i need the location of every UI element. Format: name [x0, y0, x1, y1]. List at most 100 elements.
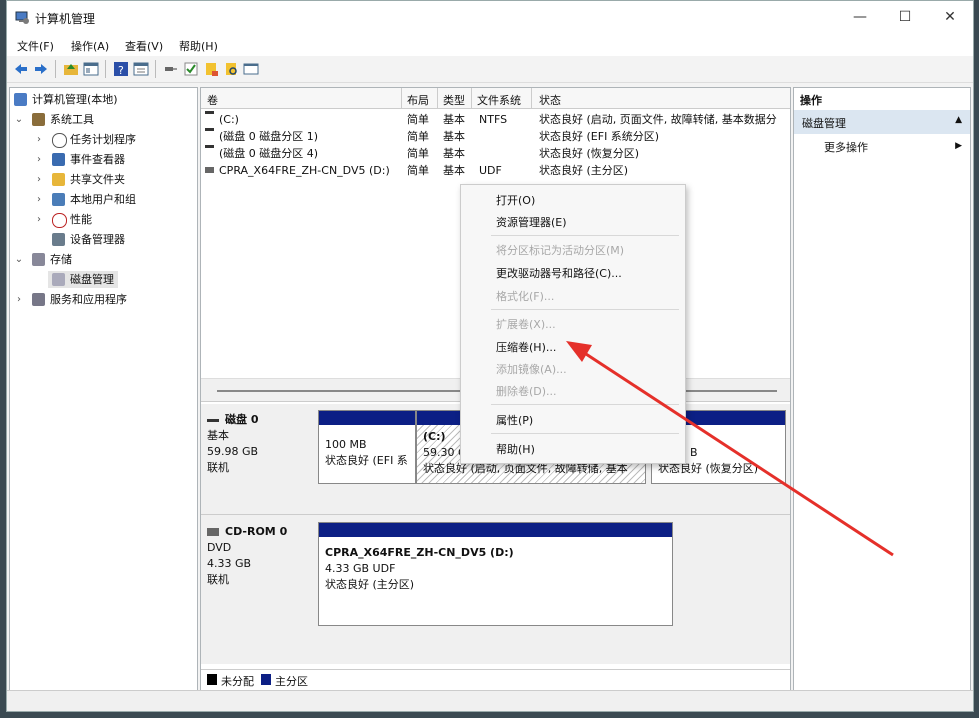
tree-item-local-users[interactable]: › 本地用户和组 [34, 190, 194, 209]
services-icon [32, 293, 45, 306]
up-folder-icon[interactable] [63, 61, 79, 77]
check-icon[interactable] [183, 61, 199, 77]
menu-separator [491, 235, 679, 236]
tree-item-device-manager[interactable]: 设备管理器 [34, 230, 194, 249]
status-bar [7, 690, 973, 711]
actions-group-disk-management[interactable]: 磁盘管理 ▲ [794, 110, 970, 134]
menu-item-extend: 扩展卷(X)... [496, 318, 556, 331]
menu-item-open[interactable]: 打开(O) [496, 192, 535, 208]
tree-item-services-apps[interactable]: › 服务和应用程序 [14, 290, 194, 309]
tree-item-system-tools[interactable]: ⌄ 系统工具 [14, 110, 194, 129]
legend: 未分配 主分区 [201, 669, 790, 690]
menu-item-format: 格式化(F)... [496, 290, 555, 303]
cdrom0-label[interactable]: CD-ROM 0 DVD 4.33 GB 联机 [207, 524, 307, 588]
window-view-icon[interactable] [243, 61, 259, 77]
chevron-down-icon[interactable]: ⌄ [14, 250, 24, 269]
menu-item-properties[interactable]: 属性(P) [496, 412, 533, 428]
tools-icon [32, 113, 45, 126]
chevron-right-icon[interactable]: › [34, 130, 44, 149]
tree-item-performance[interactable]: › 性能 [34, 210, 194, 229]
connect-icon[interactable] [163, 61, 179, 77]
table-row[interactable]: CPRA_X64FRE_ZH-CN_DV5 (D:) 简单 基本 UDF 状态良… [201, 162, 790, 179]
table-row[interactable]: (C:) 简单 基本 NTFS 状态良好 (启动, 页面文件, 故障转储, 基本… [201, 111, 790, 128]
menu-help[interactable]: 帮助(H) [179, 38, 218, 54]
actions-header: 操作 [794, 88, 970, 110]
actions-pane: 操作 磁盘管理 ▲ 更多操作 ▶ [793, 87, 971, 691]
cd-drive-icon [207, 528, 219, 536]
tree-item-shared-folders[interactable]: › 共享文件夹 [34, 170, 194, 189]
partition-efi[interactable]: 100 MB 状态良好 (EFI 系 [318, 410, 416, 484]
menu-item-delete: 删除卷(D)... [496, 385, 557, 398]
menu-item-add-mirror: 添加镜像(A)... [496, 363, 567, 376]
menu-item-mark-active: 将分区标记为活动分区(M) [496, 244, 625, 257]
menu-item-shrink[interactable]: 压缩卷(H)... [496, 339, 556, 355]
minimize-button[interactable]: — [840, 5, 880, 29]
partition-d[interactable]: CPRA_X64FRE_ZH-CN_DV5 (D:) 4.33 GB UDF 状… [318, 522, 673, 626]
tree-item-event-viewer[interactable]: › 事件查看器 [34, 150, 194, 169]
window-title: 计算机管理 [35, 12, 96, 26]
tree-item-disk-management[interactable]: 磁盘管理 [34, 270, 194, 289]
clock-icon [52, 133, 67, 148]
chevron-down-icon[interactable]: ⌄ [14, 110, 24, 129]
column-divider[interactable] [401, 88, 402, 108]
chevron-right-icon[interactable]: › [34, 190, 44, 209]
title-bar: 计算机管理 — ☐ ✕ [7, 1, 973, 34]
table-row[interactable]: (磁盘 0 磁盘分区 4) 简单 基本 状态良好 (恢复分区) [201, 145, 790, 162]
chevron-right-icon[interactable]: › [34, 150, 44, 169]
menu-file[interactable]: 文件(F) [17, 38, 54, 54]
chevron-right-icon[interactable]: › [34, 210, 44, 229]
menu-item-help[interactable]: 帮助(H) [496, 441, 535, 457]
disk-management-icon [52, 273, 65, 286]
disk0-label[interactable]: 磁盘 0 基本 59.98 GB 联机 [207, 412, 307, 476]
chevron-right-icon[interactable]: › [14, 290, 24, 309]
volume-icon [205, 111, 214, 114]
tree-item-task-scheduler[interactable]: › 任务计划程序 [34, 130, 194, 149]
menu-view[interactable]: 查看(V) [125, 38, 163, 54]
volume-icon [205, 145, 214, 148]
submenu-arrow-icon[interactable]: ▶ [955, 141, 962, 151]
column-divider[interactable] [471, 88, 472, 108]
table-row[interactable]: (磁盘 0 磁盘分区 1) 简单 基本 状态良好 (EFI 系统分区) [201, 128, 790, 145]
shared-folder-icon [52, 173, 65, 186]
performance-icon [52, 213, 67, 228]
menu-separator [491, 433, 679, 434]
menu-item-explorer[interactable]: 资源管理器(E) [496, 214, 567, 230]
tree-item-storage[interactable]: ⌄ 存储 [14, 250, 194, 269]
more-actions[interactable]: 更多操作 [824, 139, 868, 155]
menu-action[interactable]: 操作(A) [71, 38, 109, 54]
properties-icon[interactable] [133, 61, 149, 77]
device-manager-icon [52, 233, 65, 246]
collapse-up-icon[interactable]: ▲ [955, 115, 962, 125]
cd-drive-icon [205, 167, 214, 173]
col-filesystem[interactable]: 文件系统 [477, 92, 521, 108]
maximize-button[interactable]: ☐ [885, 5, 925, 29]
divider [201, 514, 790, 515]
col-type[interactable]: 类型 [443, 92, 465, 108]
col-volume[interactable]: 卷 [207, 92, 218, 108]
toolbar: ? [7, 56, 973, 83]
menu-item-change-letter[interactable]: 更改驱动器号和路径(C)... [496, 265, 622, 281]
show-hide-tree-icon[interactable] [83, 61, 99, 77]
volume-table-header: 卷 布局 类型 文件系统 状态 [201, 88, 790, 109]
column-divider[interactable] [531, 88, 532, 108]
menu-bar: 文件(F) 操作(A) 查看(V) 帮助(H) [7, 34, 973, 56]
file-search-icon[interactable] [223, 61, 239, 77]
event-viewer-icon [52, 153, 65, 166]
help-icon[interactable]: ? [113, 61, 129, 77]
chevron-right-icon[interactable]: › [34, 170, 44, 189]
forward-icon[interactable] [33, 61, 49, 77]
close-button[interactable]: ✕ [930, 5, 970, 29]
col-layout[interactable]: 布局 [407, 92, 429, 108]
column-divider[interactable] [437, 88, 438, 108]
col-status[interactable]: 状态 [539, 92, 561, 108]
disk-icon [207, 418, 219, 422]
back-icon[interactable] [13, 61, 29, 77]
users-icon [52, 193, 65, 206]
volume-icon [205, 128, 214, 131]
toolbar-separator [55, 60, 56, 78]
legend-primary-swatch [261, 674, 271, 685]
computer-icon [14, 93, 27, 106]
computer-management-icon [15, 10, 29, 24]
file-yellow-icon[interactable] [203, 61, 219, 77]
legend-unallocated-swatch [207, 674, 217, 685]
